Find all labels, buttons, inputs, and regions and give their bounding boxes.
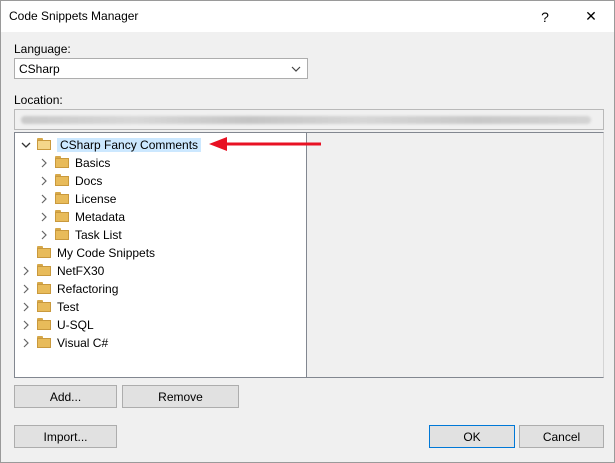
chevron-right-icon[interactable]	[39, 230, 49, 240]
chevron-right-icon[interactable]	[39, 158, 49, 168]
tree-node-label: Visual C#	[57, 336, 109, 350]
folder-icon	[37, 300, 51, 312]
chevron-right-icon[interactable]	[39, 212, 49, 222]
language-select[interactable]: CSharp	[14, 58, 308, 79]
location-path-redacted	[21, 116, 591, 124]
folder-icon	[55, 210, 69, 222]
tree-node-label: Docs	[75, 174, 103, 188]
expander-placeholder	[21, 248, 31, 258]
tree-node[interactable]: My Code Snippets	[21, 244, 155, 262]
tree-node[interactable]: License	[39, 190, 116, 208]
tree-node-label: Metadata	[75, 210, 126, 224]
chevron-right-icon[interactable]	[39, 176, 49, 186]
tree-node-label: Task List	[75, 228, 122, 242]
cancel-button[interactable]: Cancel	[519, 425, 604, 448]
red-arrow-annotation-icon	[209, 137, 321, 151]
folder-icon	[55, 156, 69, 168]
tree-node[interactable]: Basics	[39, 154, 110, 172]
close-button[interactable]: ✕	[568, 1, 614, 32]
help-button[interactable]: ?	[522, 1, 568, 32]
remove-button[interactable]: Remove	[122, 385, 239, 408]
folder-icon	[37, 318, 51, 330]
chevron-down-icon[interactable]	[291, 63, 301, 77]
folder-icon	[37, 246, 51, 258]
code-snippets-manager-dialog: Code Snippets Manager ? ✕ Language: CSha…	[0, 0, 615, 463]
location-label: Location:	[14, 93, 63, 107]
window-title: Code Snippets Manager	[9, 9, 139, 23]
folder-icon	[55, 228, 69, 240]
folder-icon	[55, 192, 69, 204]
folder-icon	[55, 174, 69, 186]
tree-node[interactable]: Visual C#	[21, 334, 108, 352]
tree-node[interactable]: NetFX30	[21, 262, 104, 280]
chevron-right-icon[interactable]	[21, 302, 31, 312]
chevron-down-icon[interactable]	[21, 140, 31, 150]
snippet-detail-panel	[307, 132, 604, 378]
chevron-right-icon[interactable]	[21, 266, 31, 276]
tree-node[interactable]: U-SQL	[21, 316, 94, 334]
tree-node-label: Test	[57, 300, 80, 314]
tree-node-label: Basics	[75, 156, 111, 170]
tree-node[interactable]: Refactoring	[21, 280, 118, 298]
tree-node-csharp-fancy-comments[interactable]: CSharp Fancy Comments	[21, 136, 202, 154]
language-selected-value: CSharp	[19, 62, 60, 76]
tree-node-label: CSharp Fancy Comments	[57, 138, 202, 152]
tree-node[interactable]: Docs	[39, 172, 102, 190]
tree-node[interactable]: Test	[21, 298, 79, 316]
ok-button[interactable]: OK	[429, 425, 515, 448]
chevron-right-icon[interactable]	[21, 320, 31, 330]
location-field[interactable]	[14, 109, 604, 130]
chevron-right-icon[interactable]	[21, 284, 31, 294]
tree-node[interactable]: Metadata	[39, 208, 125, 226]
add-button[interactable]: Add...	[14, 385, 117, 408]
folder-icon	[37, 264, 51, 276]
folder-icon	[37, 336, 51, 348]
tree-node[interactable]: Task List	[39, 226, 122, 244]
title-bar: Code Snippets Manager ? ✕	[1, 1, 614, 32]
tree-node-label: Refactoring	[57, 282, 119, 296]
language-label: Language:	[14, 42, 71, 56]
tree-node-label: U-SQL	[57, 318, 94, 332]
chevron-right-icon[interactable]	[39, 194, 49, 204]
folder-icon	[37, 282, 51, 294]
folder-open-icon	[37, 138, 51, 150]
tree-node-label: NetFX30	[57, 264, 105, 278]
import-button[interactable]: Import...	[14, 425, 117, 448]
snippet-folder-tree[interactable]: CSharp Fancy Comments Basics Docs Licens…	[14, 132, 307, 378]
tree-node-label: My Code Snippets	[57, 246, 156, 260]
tree-node-label: License	[75, 192, 117, 206]
chevron-right-icon[interactable]	[21, 338, 31, 348]
